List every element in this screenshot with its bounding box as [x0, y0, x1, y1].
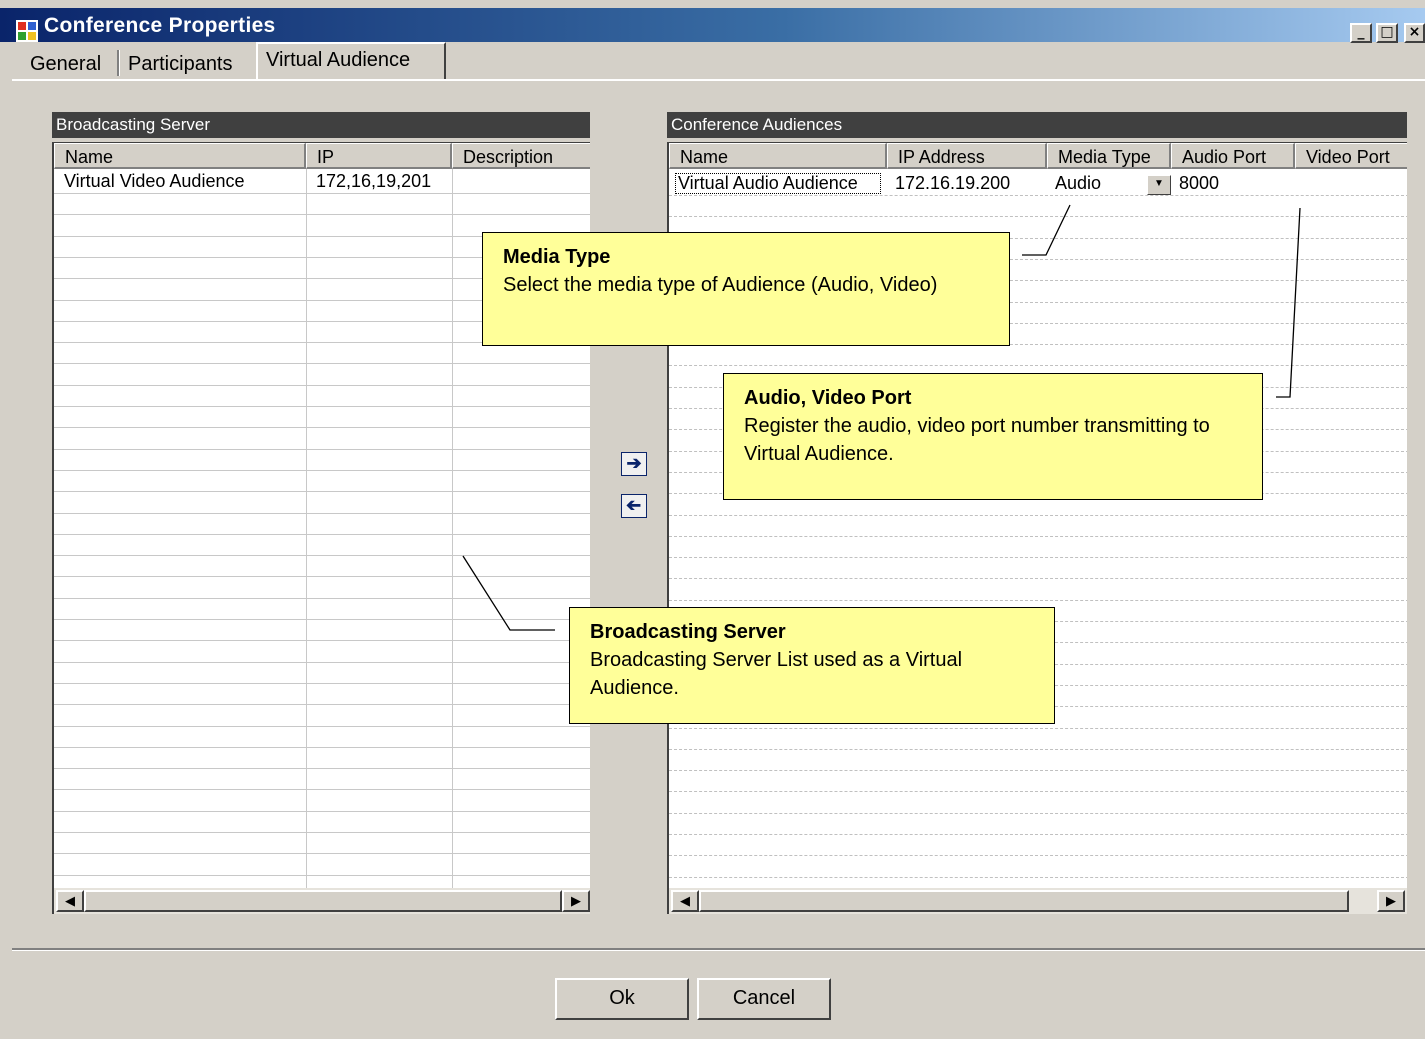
callout-body: Select the media type of Audience (Audio… — [503, 274, 938, 296]
bottom-separator — [12, 948, 1425, 951]
ok-button[interactable]: Ok — [555, 978, 689, 1020]
callout-leader-lines — [462, 204, 1301, 631]
callout-media-type: Media Type Select the media type of Audi… — [482, 232, 1010, 346]
cancel-button[interactable]: Cancel — [697, 978, 831, 1020]
callout-title: Broadcasting Server — [590, 621, 786, 643]
callout-title: Media Type — [503, 246, 611, 268]
callout-title: Audio, Video Port — [744, 387, 912, 409]
callout-body: Broadcasting Server List used as a Virtu… — [590, 649, 963, 699]
callout-broadcasting-server: Broadcasting Server Broadcasting Server … — [569, 607, 1055, 724]
callout-ports: Audio, Video Port Register the audio, vi… — [723, 373, 1263, 500]
callout-body: Register the audio, video port number tr… — [744, 415, 1210, 465]
